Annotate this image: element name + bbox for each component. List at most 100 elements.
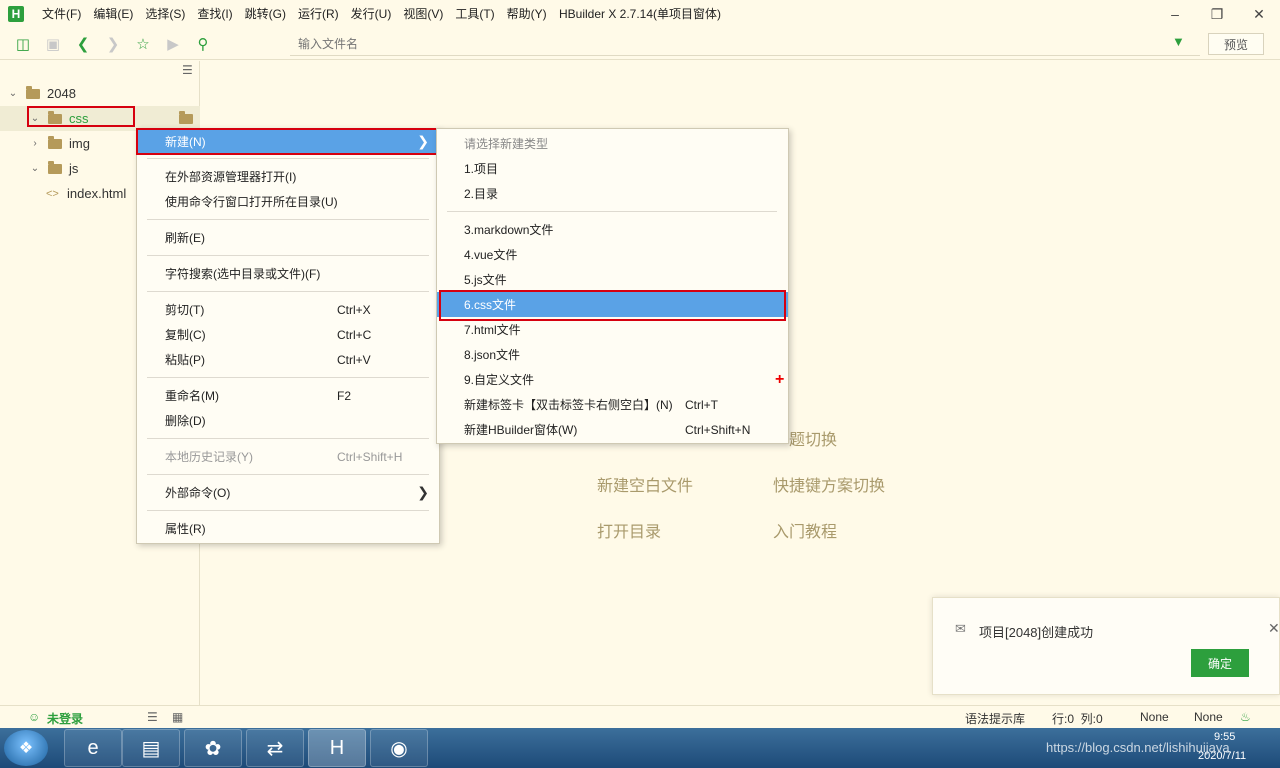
submenu-item-directory[interactable]: 2.目录 (437, 181, 788, 206)
run-icon[interactable]: ▶ (158, 29, 188, 59)
preview-button[interactable]: 预览 (1208, 33, 1264, 55)
submenu-item-markdown[interactable]: 3.markdown文件 (437, 217, 788, 242)
close-icon[interactable]: ✕ (1239, 0, 1279, 28)
ok-button[interactable]: 确定 (1191, 649, 1249, 677)
menu-separator (147, 291, 429, 292)
shortcut-scheme-link[interactable]: 快捷键方案切换 (773, 472, 885, 496)
submenu-item-custom[interactable]: 9.自定义文件 + (437, 367, 788, 392)
menu-help[interactable]: 帮助(Y) (501, 0, 553, 28)
menu-item-external-command[interactable]: 外部命令(O) ❯ (137, 480, 439, 505)
open-directory-link[interactable]: 打开目录 (597, 518, 661, 542)
open-folder-icon[interactable] (179, 111, 193, 124)
submenu-item-new-window[interactable]: 新建HBuilder窗体(W) Ctrl+Shift+N (437, 417, 788, 442)
new-blank-file-link[interactable]: 新建空白文件 (597, 472, 693, 496)
submenu-item-js[interactable]: 5.js文件 (437, 267, 788, 292)
menu-item-refresh[interactable]: 刷新(E) (137, 225, 439, 250)
menu-run[interactable]: 运行(R) (292, 0, 345, 28)
file-type-label[interactable]: None (1194, 710, 1223, 724)
list-icon[interactable]: ☰ (147, 710, 158, 724)
theme-switch-link[interactable]: 题切换 (789, 426, 837, 450)
project-folder-icon (26, 85, 40, 99)
shortcut-label: Ctrl+Shift+N (685, 422, 751, 437)
ie-browser-icon[interactable]: e (64, 729, 122, 767)
submenu-item-new-tab[interactable]: 新建标签卡【双击标签卡右侧空白】(N) Ctrl+T (437, 392, 788, 417)
menu-select[interactable]: 选择(S) (139, 0, 191, 28)
console-icon[interactable]: ▦ (172, 710, 183, 724)
color-app-icon[interactable]: ✿ (184, 729, 242, 767)
file-explorer-icon[interactable]: ▤ (122, 729, 180, 767)
shortcut-label: Ctrl+Shift+H (337, 449, 403, 464)
submenu-item-json[interactable]: 8.json文件 (437, 342, 788, 367)
user-icon[interactable]: ☺ (28, 710, 40, 724)
menu-edit[interactable]: 编辑(E) (87, 0, 139, 28)
menu-separator (447, 211, 777, 212)
file-search-input[interactable] (290, 32, 1200, 56)
menu-item-label: 7.html文件 (464, 323, 521, 337)
filter-icon[interactable]: ▼ (1172, 34, 1185, 49)
menu-item-rename[interactable]: 重命名(M) F2 (137, 383, 439, 408)
submenu-item-project[interactable]: 1.项目 (437, 156, 788, 181)
menu-item-open-explorer[interactable]: 在外部资源管理器打开(I) (137, 164, 439, 189)
hbuilder-taskbar-icon[interactable]: H (308, 729, 366, 767)
menu-item-open-cmd[interactable]: 使用命令行窗口打开所在目录(U) (137, 189, 439, 214)
menu-item-label: 删除(D) (165, 414, 206, 428)
new-file-icon[interactable]: ◫ (8, 29, 38, 59)
menu-tools[interactable]: 工具(T) (449, 0, 500, 28)
menu-file[interactable]: 文件(F) (36, 0, 87, 28)
menu-item-history: 本地历史记录(Y) Ctrl+Shift+H (137, 444, 439, 469)
clock-time[interactable]: 9:55 (1214, 731, 1235, 743)
chrome-icon[interactable]: ◉ (370, 729, 428, 767)
chevron-down-icon[interactable]: ⌄ (6, 88, 20, 99)
menu-item-label: 新建HBuilder窗体(W) (464, 423, 578, 437)
menu-separator (147, 474, 429, 475)
tree-root-2048[interactable]: ⌄ 2048 (0, 81, 200, 106)
menu-item-label: 在外部资源管理器打开(I) (165, 170, 297, 184)
menu-separator (147, 377, 429, 378)
cursor-position: 行:0 列:0 (1052, 712, 1103, 726)
menu-goto[interactable]: 跳转(G) (239, 0, 292, 28)
menu-item-label: 字符搜索(选中目录或文件)(F) (165, 267, 321, 281)
menu-item-properties[interactable]: 属性(R) (137, 516, 439, 541)
back-icon[interactable]: ❮ (68, 29, 98, 59)
menu-item-label: 新建标签卡【双击标签卡右侧空白】(N) (464, 398, 673, 412)
menu-item-cut[interactable]: 剪切(T) Ctrl+X (137, 297, 439, 322)
menu-publish[interactable]: 发行(U) (345, 0, 398, 28)
tutorial-link[interactable]: 入门教程 (773, 518, 837, 542)
menu-separator (147, 158, 429, 159)
minimize-icon[interactable]: – (1155, 0, 1195, 28)
submenu-item-vue[interactable]: 4.vue文件 (437, 242, 788, 267)
save-icon[interactable]: ▣ (38, 29, 68, 59)
encoding-label[interactable]: None (1140, 710, 1169, 724)
chevron-right-icon: ❯ (417, 484, 429, 500)
menu-item-copy[interactable]: 复制(C) Ctrl+C (137, 322, 439, 347)
restore-icon[interactable]: ❐ (1197, 0, 1237, 28)
chevron-right-icon[interactable]: › (28, 138, 42, 149)
clock-date[interactable]: 2020/7/11 (1198, 750, 1246, 762)
close-icon[interactable]: ✕ (1268, 620, 1280, 637)
title-bar: H 文件(F) 编辑(E) 选择(S) 查找(I) 跳转(G) 运行(R) 发行… (0, 0, 1280, 28)
menu-item-paste[interactable]: 粘贴(P) Ctrl+V (137, 347, 439, 372)
windows-start-icon[interactable]: ❖ (4, 730, 48, 766)
menu-view[interactable]: 视图(V) (397, 0, 449, 28)
menu-item-delete[interactable]: 删除(D) (137, 408, 439, 433)
sync-app-icon[interactable]: ⇄ (246, 729, 304, 767)
menu-separator (147, 255, 429, 256)
file-search-icon[interactable]: ⚲ (188, 29, 218, 59)
syntax-library-label[interactable]: 语法提示库 (965, 710, 1025, 727)
menu-item-search[interactable]: 字符搜索(选中目录或文件)(F) (137, 261, 439, 286)
menu-item-label: 9.自定义文件 (464, 373, 535, 387)
html-file-icon: <> (46, 187, 59, 200)
tree-item-label: index.html (67, 186, 127, 201)
star-icon[interactable]: ☆ (128, 29, 158, 59)
sidebar-menu-icon[interactable]: ☰ (182, 63, 193, 77)
shortcut-label: F2 (337, 388, 352, 403)
login-status[interactable]: 未登录 (47, 710, 83, 727)
hbuilder-logo-icon: H (8, 6, 24, 22)
menu-item-label: 5.js文件 (464, 273, 507, 287)
new-submenu: 请选择新建类型 1.项目 2.目录 3.markdown文件 4.vue文件 5… (436, 128, 789, 444)
bell-icon[interactable]: ♨ (1240, 710, 1251, 724)
chevron-down-icon[interactable]: ⌄ (28, 163, 42, 174)
forward-icon[interactable]: ❯ (98, 29, 128, 59)
add-icon[interactable]: + (775, 371, 784, 389)
menu-find[interactable]: 查找(I) (191, 0, 238, 28)
